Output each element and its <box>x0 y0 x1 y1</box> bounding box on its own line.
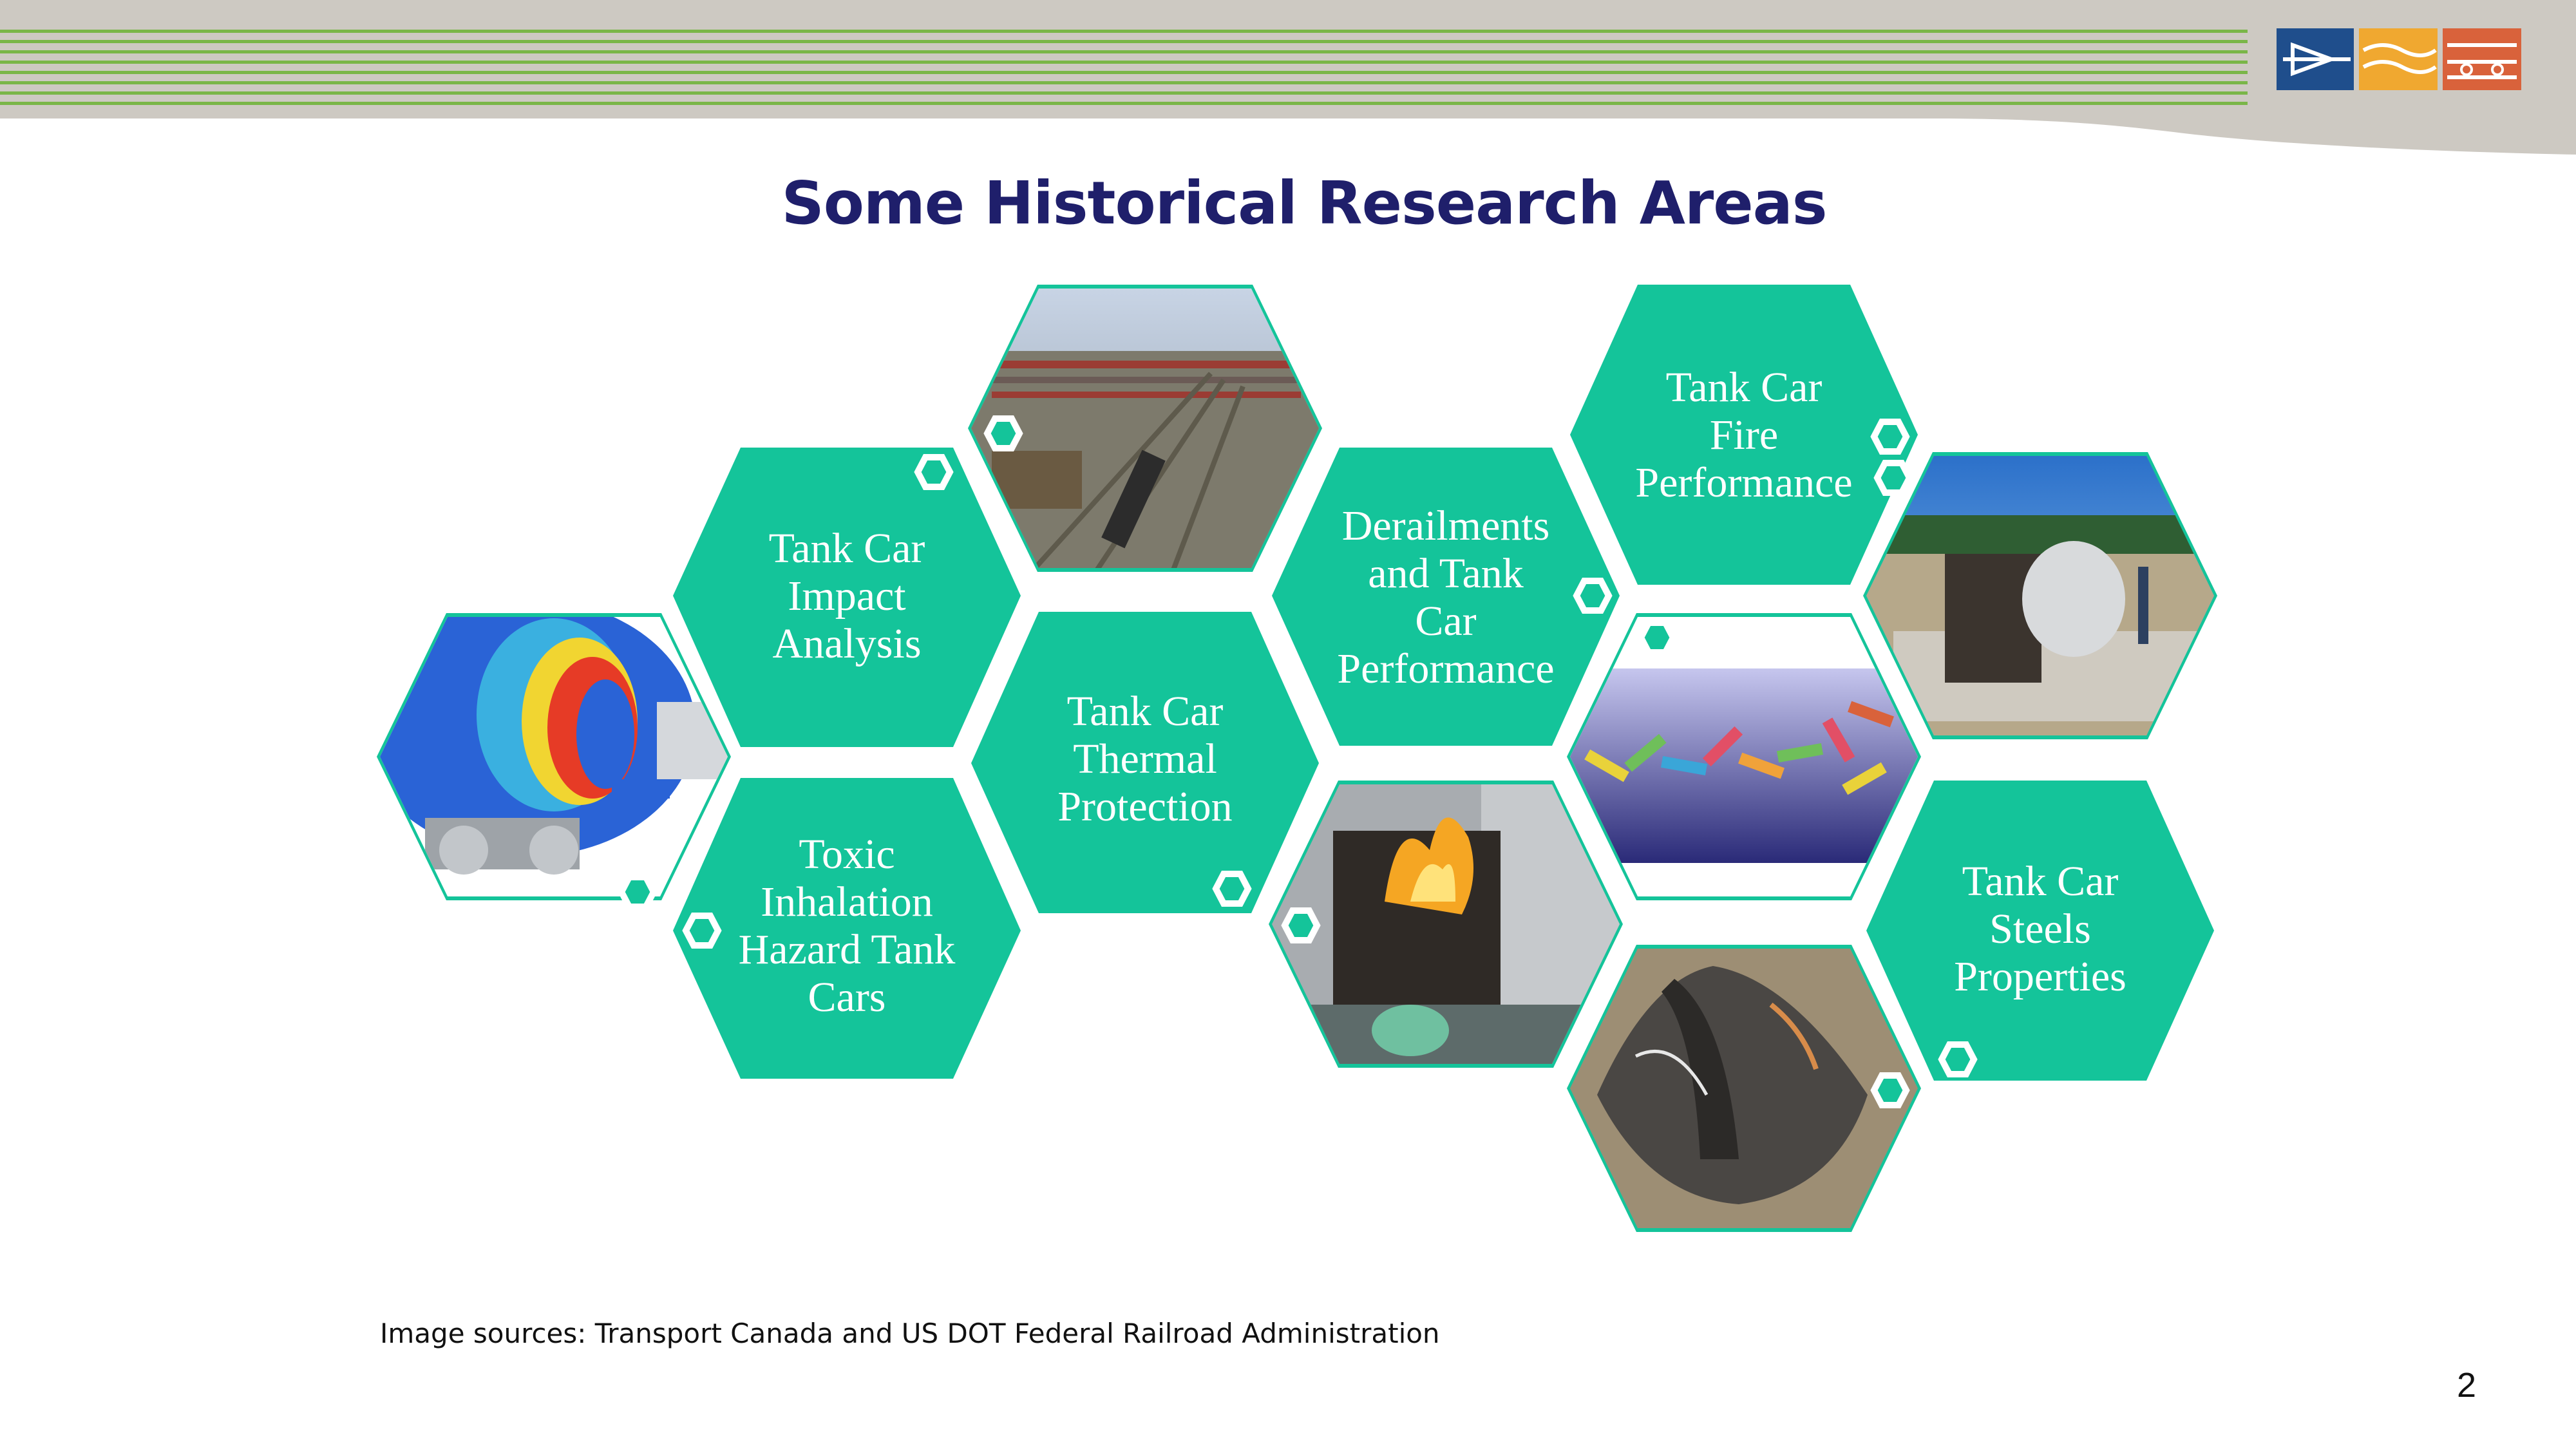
label-fire-performance: Tank Car Fire Performance <box>1605 364 1882 507</box>
label-line: Inhalation <box>761 878 933 925</box>
label-line: Protection <box>1057 783 1233 830</box>
label-steels-properties: Tank Car Steels Properties <box>1902 858 2179 1001</box>
label-line: Cars <box>808 974 886 1021</box>
photo-derailment-model <box>1567 613 1921 900</box>
label-line: Analysis <box>772 620 922 667</box>
header-band <box>0 0 2576 155</box>
label-line: Toxic <box>799 831 895 878</box>
label-toxic-inhalation: Toxic Inhalation Hazard Tank Cars <box>708 831 985 1021</box>
label-line: Tank Car <box>1962 858 2119 905</box>
label-line: and Tank <box>1368 550 1524 597</box>
label-line: Derailments <box>1341 502 1550 549</box>
label-line: Properties <box>1954 953 2126 1000</box>
slide-title: Some Historical Research Areas <box>781 169 1827 238</box>
label-line: Performance <box>1337 645 1555 692</box>
label-line: Impact <box>788 573 906 620</box>
photo-impact-simulation <box>377 613 731 900</box>
label-derailments: Derailments and Tank Car Performance <box>1301 502 1591 693</box>
label-line: Car <box>1415 598 1477 645</box>
label-line: Fire <box>1709 412 1779 459</box>
image-source-note: Image sources: Transport Canada and US D… <box>380 1318 1440 1349</box>
label-line: Tank Car <box>1066 688 1224 735</box>
transportation-logo-icon <box>2277 28 2521 90</box>
label-line: Hazard Tank <box>738 926 956 973</box>
label-line: Tank Car <box>768 525 925 572</box>
label-thermal-protection: Tank Car Thermal Protection <box>1007 688 1283 831</box>
label-line: Performance <box>1635 459 1853 506</box>
label-impact-analysis: Tank Car Impact Analysis <box>708 525 985 668</box>
photo-fire-test <box>1269 781 1623 1068</box>
label-line: Tank Car <box>1665 364 1823 411</box>
page-number: 2 <box>2457 1366 2477 1405</box>
photo-fire-test-rig <box>1863 452 2217 739</box>
label-line: Thermal <box>1073 735 1217 782</box>
label-line: Steels <box>1989 905 2091 952</box>
